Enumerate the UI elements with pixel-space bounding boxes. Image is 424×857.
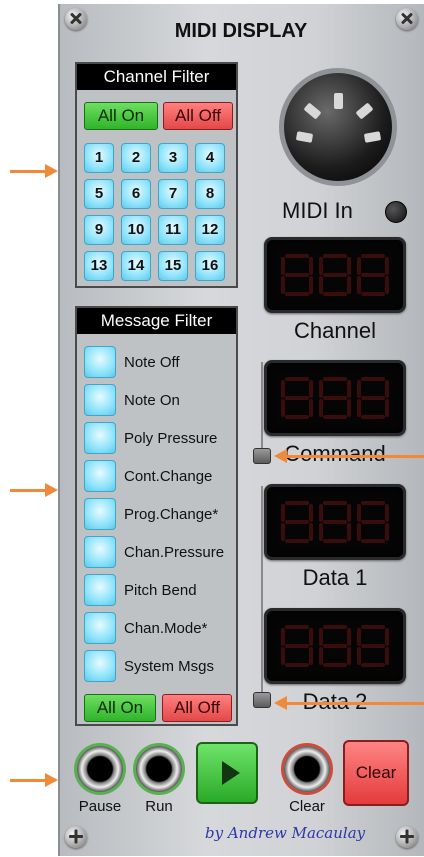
data1-display bbox=[264, 484, 406, 560]
midi-pin bbox=[295, 131, 314, 143]
annotation-arrow-icon bbox=[10, 164, 58, 178]
seven-segment-digit bbox=[281, 377, 313, 419]
annotation-arrow-icon bbox=[274, 449, 424, 463]
message-filter-toggle[interactable] bbox=[84, 574, 116, 606]
seven-segment-digit bbox=[357, 254, 389, 296]
channel-all-on-button[interactable]: All On bbox=[84, 102, 158, 130]
message-filter-label: Pitch Bend bbox=[124, 582, 197, 599]
channel-button-10[interactable]: 10 bbox=[121, 215, 151, 245]
seven-segment-digit bbox=[357, 377, 389, 419]
message-filter-toggle[interactable] bbox=[84, 498, 116, 530]
channel-button-15[interactable]: 15 bbox=[158, 251, 188, 281]
annotation-arrow-icon bbox=[10, 773, 58, 787]
clear-button[interactable]: Clear bbox=[343, 740, 409, 806]
channel-button-4[interactable]: 4 bbox=[195, 143, 225, 173]
channel-button-13[interactable]: 13 bbox=[84, 251, 114, 281]
channel-button-8[interactable]: 8 bbox=[195, 179, 225, 209]
message-all-on-button[interactable]: All On bbox=[84, 694, 156, 722]
channel-button-2[interactable]: 2 bbox=[121, 143, 151, 173]
message-filter-heading: Message Filter bbox=[77, 308, 236, 334]
seven-segment-digit bbox=[357, 625, 389, 667]
channel-all-off-button[interactable]: All Off bbox=[163, 102, 233, 130]
message-filter-label: Chan.Pressure bbox=[124, 544, 225, 561]
message-filter-toggle[interactable] bbox=[84, 422, 116, 454]
channel-button-6[interactable]: 6 bbox=[121, 179, 151, 209]
midi-pin bbox=[334, 93, 343, 109]
message-filter-label: Prog.Change* bbox=[124, 506, 219, 523]
channel-button-12[interactable]: 12 bbox=[195, 215, 225, 245]
seven-segment-digit bbox=[319, 625, 351, 667]
message-filter-label: Note On bbox=[124, 392, 180, 409]
pause-label: Pause bbox=[78, 798, 122, 815]
channel-display bbox=[264, 237, 406, 313]
command-display bbox=[264, 360, 406, 436]
message-filter-toggle[interactable] bbox=[84, 346, 116, 378]
seven-segment-digit bbox=[281, 501, 313, 543]
channel-button-16[interactable]: 16 bbox=[195, 251, 225, 281]
midi-pin bbox=[355, 102, 374, 120]
seven-segment-digit bbox=[319, 501, 351, 543]
command-slider-track bbox=[261, 362, 263, 462]
midi-activity-led bbox=[385, 201, 407, 223]
channel-display-label: Channel bbox=[294, 318, 376, 343]
annotation-arrow-icon bbox=[274, 696, 424, 710]
message-filter-toggle[interactable] bbox=[84, 612, 116, 644]
pause-jack[interactable] bbox=[77, 746, 123, 792]
message-filter-label: Note Off bbox=[124, 354, 180, 371]
message-filter-label: System Msgs bbox=[124, 658, 215, 675]
command-slider-handle[interactable] bbox=[253, 448, 271, 464]
data1-display-label: Data 1 bbox=[302, 565, 368, 590]
clear-jack-label: Clear bbox=[289, 798, 325, 815]
channel-button-3[interactable]: 3 bbox=[158, 143, 188, 173]
module-title: MIDI DISPLAY bbox=[174, 20, 308, 42]
credit-text: by Andrew Macaulay bbox=[205, 824, 366, 842]
channel-button-9[interactable]: 9 bbox=[84, 215, 114, 245]
seven-segment-digit bbox=[357, 501, 389, 543]
channel-button-7[interactable]: 7 bbox=[158, 179, 188, 209]
run-label: Run bbox=[145, 798, 173, 815]
channel-button-11[interactable]: 11 bbox=[158, 215, 188, 245]
screw-icon bbox=[65, 826, 87, 848]
midi-in-label: MIDI In bbox=[282, 198, 353, 223]
clear-jack[interactable] bbox=[284, 746, 330, 792]
message-all-off-button[interactable]: All Off bbox=[162, 694, 232, 722]
message-filter-toggle[interactable] bbox=[84, 650, 116, 682]
midi-pin bbox=[303, 102, 322, 120]
message-filter-toggle[interactable] bbox=[84, 460, 116, 492]
message-filter-toggle[interactable] bbox=[84, 384, 116, 416]
message-filter-label: Poly Pressure bbox=[124, 430, 218, 447]
channel-button-14[interactable]: 14 bbox=[121, 251, 151, 281]
channel-filter-heading: Channel Filter bbox=[77, 64, 236, 90]
data-slider-track bbox=[261, 486, 263, 708]
data-slider-handle[interactable] bbox=[253, 692, 271, 708]
data2-display bbox=[264, 608, 406, 684]
message-filter-label: Cont.Change bbox=[124, 468, 213, 485]
seven-segment-digit bbox=[281, 254, 313, 296]
midi-pin bbox=[363, 131, 382, 143]
run-jack[interactable] bbox=[136, 746, 182, 792]
seven-segment-digit bbox=[319, 377, 351, 419]
midi-in-connector[interactable] bbox=[279, 68, 397, 186]
message-filter-label: Chan.Mode* bbox=[124, 620, 208, 637]
channel-button-1[interactable]: 1 bbox=[84, 143, 114, 173]
seven-segment-digit bbox=[281, 625, 313, 667]
seven-segment-digit bbox=[319, 254, 351, 296]
message-filter-toggle[interactable] bbox=[84, 536, 116, 568]
channel-button-5[interactable]: 5 bbox=[84, 179, 114, 209]
play-button[interactable] bbox=[196, 742, 258, 804]
screw-icon bbox=[396, 826, 418, 848]
annotation-arrow-icon bbox=[10, 483, 58, 497]
